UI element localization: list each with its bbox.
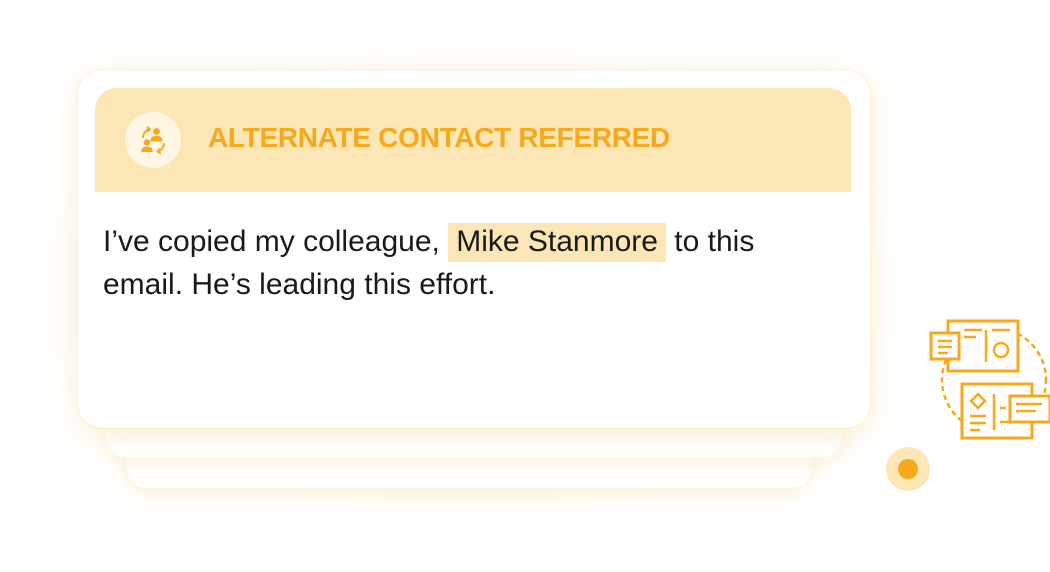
referral-people-icon xyxy=(125,112,181,168)
message-text-before: I’ve copied my colleague, xyxy=(103,225,449,258)
status-dot xyxy=(886,447,930,491)
documents-exchange-icon xyxy=(928,316,1050,446)
card-header: ALTERNATE CONTACT REFERRED xyxy=(95,88,851,192)
status-dot-inner xyxy=(898,459,918,479)
referral-scene: ALTERNATE CONTACT REFERRED I’ve copied m… xyxy=(0,0,1050,572)
referral-card: ALTERNATE CONTACT REFERRED I’ve copied m… xyxy=(78,70,870,428)
message-text: I’ve copied my colleague, Mike Stanmore … xyxy=(103,220,803,306)
card-header-title: ALTERNATE CONTACT REFERRED xyxy=(208,122,670,153)
highlighted-contact-name: Mike Stanmore xyxy=(448,223,666,262)
